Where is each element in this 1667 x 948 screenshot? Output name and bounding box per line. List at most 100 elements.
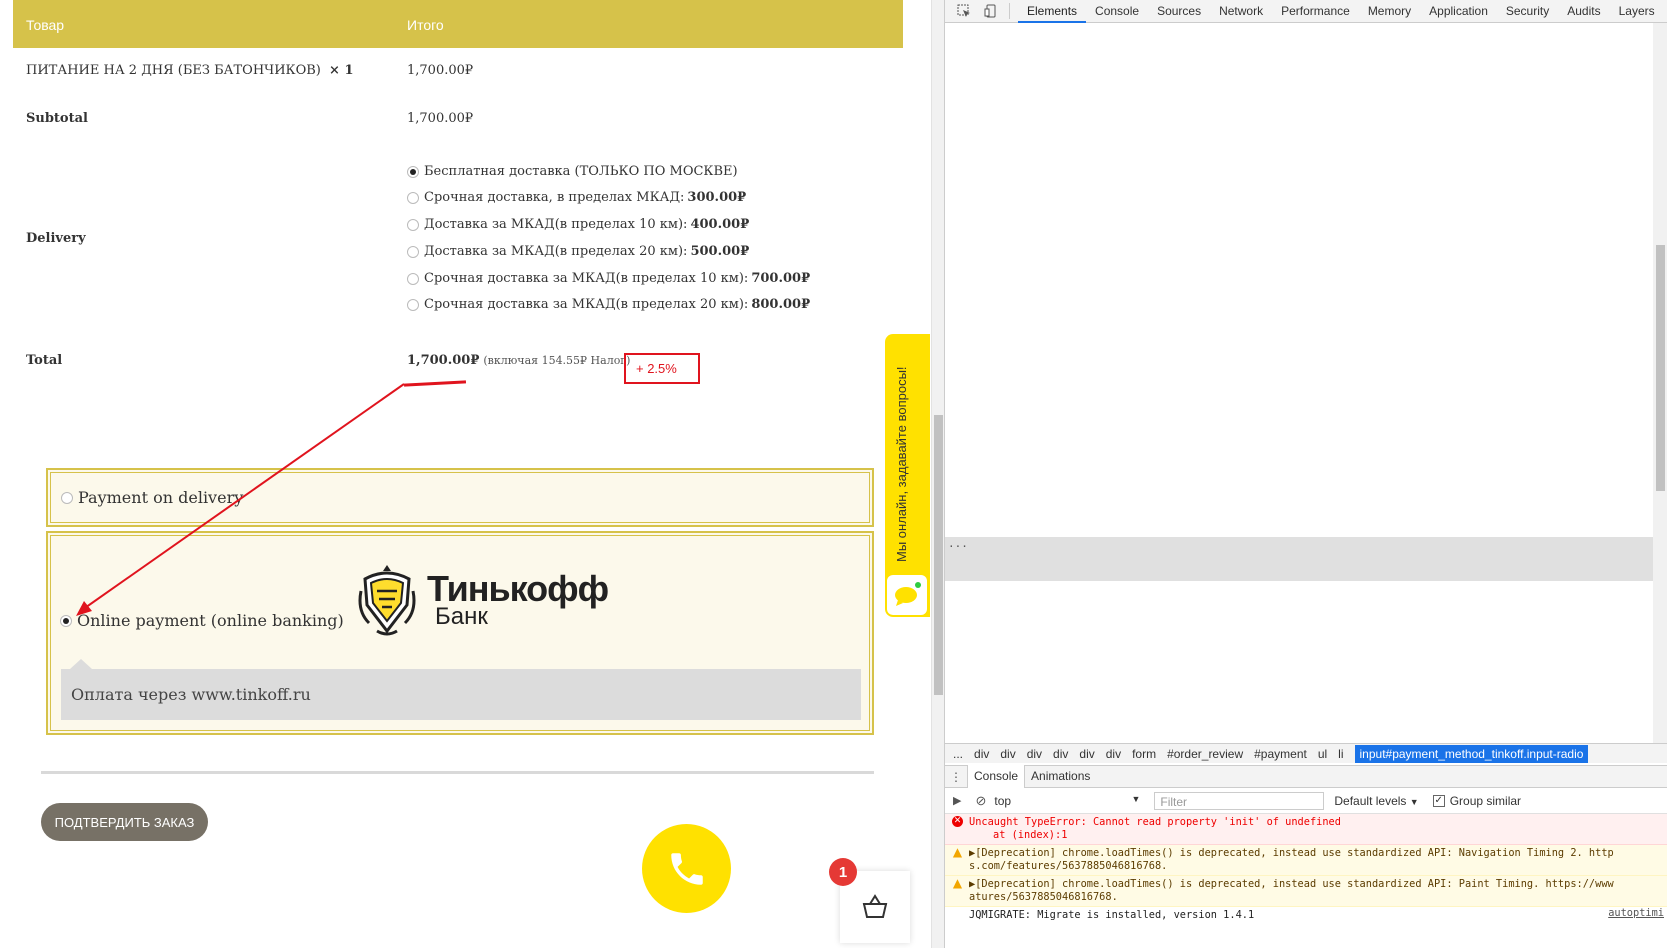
dom-line[interactable]: order_button_text> == $0 [945, 566, 1653, 581]
drawer-tab-console[interactable]: Console [967, 765, 1026, 788]
dom-line[interactable]: <input id="payment_method_tinkoff" type=… [945, 537, 1653, 552]
tax-note: (включая 154.55₽ Налог) [483, 354, 631, 367]
page-scrollbar-thumb[interactable] [934, 415, 943, 695]
breadcrumb-item[interactable]: div [1053, 747, 1068, 761]
tab-application[interactable]: Application [1420, 0, 1497, 23]
shipping-option[interactable]: Доставка за МКАД(в пределах 20 км): 500.0… [407, 244, 749, 259]
payment-cod-option[interactable]: Payment on delivery [61, 488, 243, 507]
tab-layers[interactable]: Layers [1610, 0, 1664, 23]
breadcrumb-item[interactable]: div [1079, 747, 1094, 761]
place-order-button[interactable]: ПОДТВЕРДИТЬ ЗАКАЗ [41, 803, 208, 841]
console-message-source[interactable]: autoptimi [1608, 907, 1664, 920]
tab-elements[interactable]: Elements [1018, 0, 1087, 23]
col-total-header: Итого [407, 17, 444, 33]
checkbox-check-icon: ✓ [1432, 794, 1445, 807]
levels-dropdown[interactable]: Default levels ▼ [1334, 794, 1418, 808]
total-value: 1,700.00₽ [407, 353, 480, 368]
payment-tinkoff-label: Online payment (online banking) [77, 611, 344, 630]
call-button[interactable] [642, 824, 731, 913]
inspect-icon[interactable] [955, 3, 972, 20]
breadcrumb-item[interactable]: div [1027, 747, 1042, 761]
shipping-option-price: 700.00₽ [751, 271, 811, 286]
shipping-option-price: 500.00₽ [690, 244, 750, 259]
breadcrumb-item[interactable]: #order_review [1167, 747, 1243, 761]
payment-tinkoff-option[interactable]: Online payment (online banking) [60, 611, 344, 630]
elements-scrollbar-thumb[interactable] [1656, 245, 1665, 491]
device-toolbar-icon[interactable] [982, 3, 999, 20]
shipping-option-label: Доставка за МКАД(в пределах 20 км): [424, 244, 688, 259]
dom-line[interactable]: radio" name="payment_method" value="tink… [945, 551, 1653, 567]
breadcrumb: ... div div div div div div form #order_review #p… [945, 743, 1667, 763]
tab-security[interactable]: Security [1497, 0, 1558, 23]
devtools-tablist: Elements Console Sources Network Performance… [1018, 0, 1664, 23]
breadcrumb-item[interactable]: #payment [1254, 747, 1307, 761]
tab-performance[interactable]: Performance [1272, 0, 1359, 23]
context-selector[interactable]: top ▼ [994, 794, 1144, 808]
tab-audits[interactable]: Audits [1558, 0, 1609, 23]
drawer-menu-icon[interactable]: ⋮ [945, 770, 967, 784]
tab-network[interactable]: Network [1210, 0, 1272, 23]
total-cell: 1,700.00₽ (включая 154.55₽ Налог) [407, 353, 630, 368]
col-product-header: Товар [26, 17, 65, 33]
shipping-option-price: 300.00₽ [687, 190, 747, 205]
shipping-option[interactable]: Срочная доставка за МКАД(в пределах 10 к… [407, 271, 810, 286]
drawer-tab-animations[interactable]: Animations [1025, 765, 1096, 788]
shipping-option[interactable]: Срочная доставка, в пределах МКАД: 300.00… [407, 190, 746, 205]
radio-cod[interactable] [61, 491, 73, 504]
console-message-warn[interactable]: ▲ ▶[Deprecation] chrome.loadTimes() is de… [945, 876, 1667, 907]
console-filter-input[interactable]: Filter [1154, 791, 1325, 810]
breadcrumb-current[interactable]: input#payment_method_tinkoff.input-radio [1354, 744, 1589, 763]
shipping-option-price: 800.00₽ [751, 297, 811, 312]
breadcrumb-item[interactable]: ... [953, 747, 963, 761]
levels-label: Default levels [1334, 793, 1407, 808]
breadcrumb-item[interactable]: div [1000, 747, 1015, 761]
tinkoff-emblem-icon [358, 565, 416, 636]
breadcrumb-item[interactable]: ul [1318, 747, 1327, 761]
shipping-radio[interactable] [407, 245, 419, 258]
shipping-radio[interactable] [407, 272, 419, 285]
console-message-text: Uncaught TypeError: Cannot read property… [969, 816, 1341, 828]
breadcrumb-item[interactable]: div [1106, 747, 1121, 761]
chat-button[interactable] [887, 575, 927, 615]
shipping-option[interactable]: Доставка за МКАД(в пределах 10 км): 400.0… [407, 217, 749, 232]
console-message-log[interactable]: JQMIGRATE: Migrate is installed, version… [945, 907, 1667, 927]
annotation-underline [403, 380, 467, 387]
item-name: ПИТАНИЕ НА 2 ДНЯ (БЕЗ БАТОНЧИКОВ) [26, 63, 321, 78]
divider [41, 771, 874, 774]
elements-dom-tree: <form name="checkout" method="post" clas… [945, 23, 1653, 743]
description-notch [70, 659, 92, 669]
checkout-page: Товар Итого ПИТАНИЕ НА 2 ДНЯ (БЕЗ БАТОНЧ… [0, 0, 935, 948]
tab-separator [1009, 3, 1010, 19]
breadcrumb-item[interactable]: li [1338, 747, 1343, 761]
tinkoff-description: Оплата через www.tinkoff.ru [61, 669, 861, 720]
console-message-error[interactable]: ✕ Uncaught TypeError: Cannot read propert… [945, 814, 1667, 845]
warning-icon: ▲ [952, 845, 963, 859]
shipping-radio[interactable] [407, 298, 419, 311]
shipping-radio[interactable] [407, 218, 419, 231]
tab-memory[interactable]: Memory [1359, 0, 1420, 23]
shipping-radio[interactable] [407, 165, 419, 178]
breadcrumb-item[interactable]: form [1132, 747, 1156, 761]
radio-tinkoff[interactable] [60, 614, 72, 627]
console-message-detail: atures/5637885046816768. [969, 891, 1118, 903]
elements-scrollbar[interactable] [1653, 23, 1667, 743]
shipping-option-label: Бесплатная доставка (ТОЛЬКО ПО МОСКВЕ) [424, 164, 738, 179]
clear-console-icon[interactable]: ⊘ [975, 793, 986, 809]
devtools-panel: Elements Console Sources Network Performance… [944, 0, 1667, 948]
shipping-option[interactable]: Срочная доставка за МКАД(в пределах 20 к… [407, 297, 810, 312]
sidebar-toggle-icon[interactable]: ▶ [953, 794, 961, 807]
console-message-warn[interactable]: ▲ ▶[Deprecation] chrome.loadTimes() is de… [945, 845, 1667, 876]
console-message-text: ▶[Deprecation] chrome.loadTimes() is dep… [969, 878, 1614, 890]
screenshot-root: Товар Итого ПИТАНИЕ НА 2 ДНЯ (БЕЗ БАТОНЧ… [0, 0, 1667, 948]
page-scrollbar[interactable] [931, 0, 944, 948]
tab-console[interactable]: Console [1086, 0, 1148, 23]
shipping-option[interactable]: Бесплатная доставка (ТОЛЬКО ПО МОСКВЕ) [407, 164, 738, 179]
console-message-text: JQMIGRATE: Migrate is installed, version… [969, 909, 1255, 921]
breadcrumb-item[interactable]: div [974, 747, 989, 761]
annotation-box: + 2.5% [624, 353, 700, 384]
tab-sources[interactable]: Sources [1148, 0, 1210, 23]
payment-cod-box: Payment on delivery [46, 468, 874, 527]
context-value: top [994, 793, 1012, 808]
shipping-radio[interactable] [407, 191, 419, 204]
group-similar-checkbox[interactable]: ✓ Group similar [1432, 794, 1521, 808]
